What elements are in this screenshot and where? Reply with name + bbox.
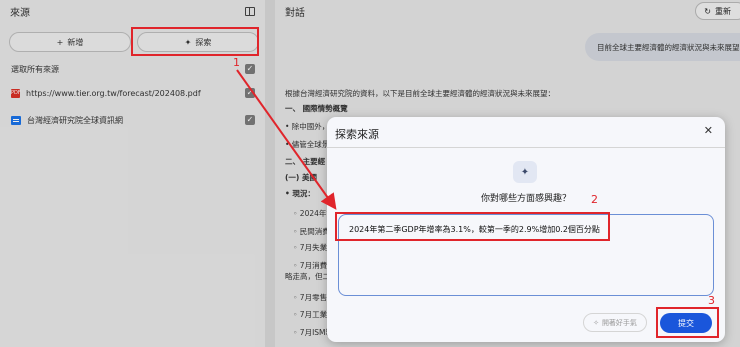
annotation-number: 2: [591, 193, 598, 206]
feel-lucky-label: 開著好手氣: [601, 318, 637, 327]
close-icon[interactable]: ✕: [704, 124, 713, 137]
sparkle-search-icon: ✦: [513, 161, 537, 183]
feel-lucky-button[interactable]: ✧ 開著好手氣: [583, 313, 647, 332]
lightbulb-icon: ✧: [593, 318, 599, 327]
annotation-box: [131, 27, 259, 56]
dialog-question: 你對哪些方面感興趣？: [480, 194, 571, 204]
annotation-box: [656, 307, 719, 338]
annotation-number: 1: [233, 56, 240, 69]
dialog-divider: [327, 147, 725, 148]
dialog-title: 探索來源: [335, 128, 379, 141]
annotation-box: [335, 212, 610, 241]
annotation-number: 3: [708, 294, 715, 307]
